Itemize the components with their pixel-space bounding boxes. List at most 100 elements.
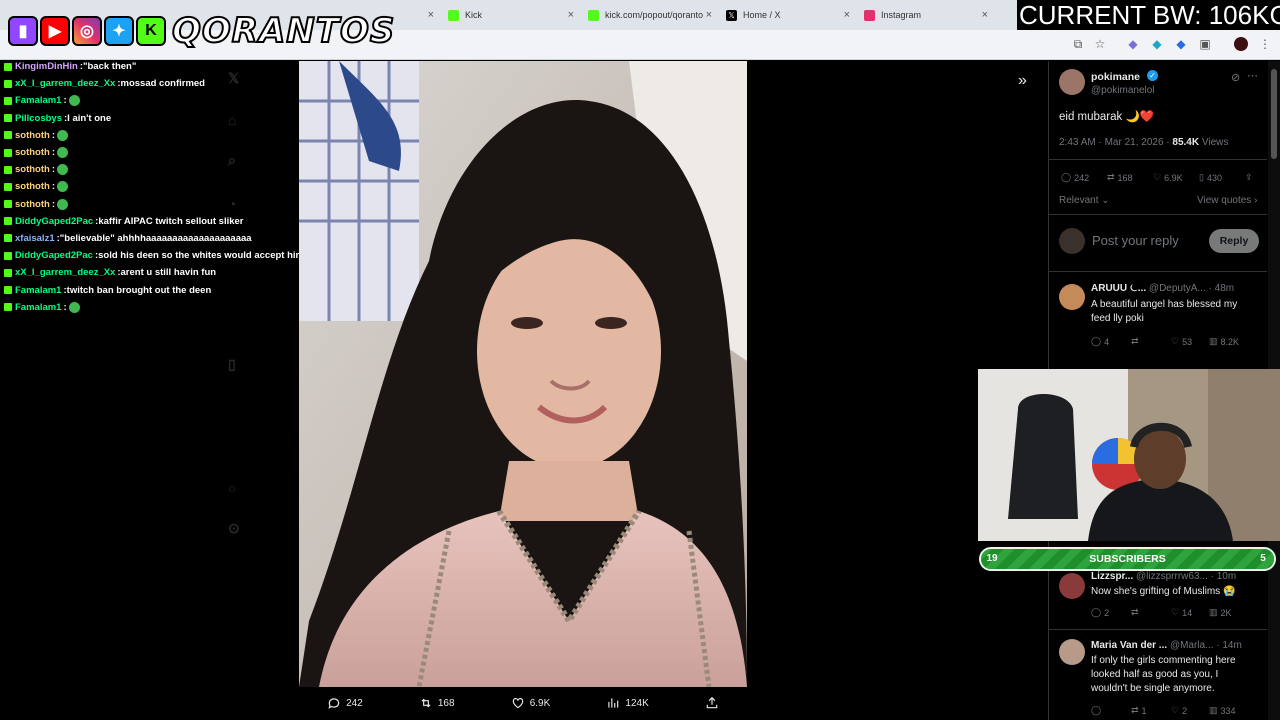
like-button[interactable]: ♡ 6.9K: [1153, 172, 1183, 183]
repost-count: 168: [1117, 172, 1133, 183]
install-icon[interactable]: ⧉: [1071, 37, 1085, 51]
tab-close-icon[interactable]: ×: [706, 9, 712, 21]
avatar[interactable]: [1059, 573, 1085, 599]
tab-instagram[interactable]: Instagram ×: [858, 4, 994, 26]
reply-author-handle[interactable]: @DeputyA...: [1149, 283, 1206, 294]
chat-username[interactable]: KingimDinHin: [15, 61, 78, 72]
reply-text: If only the girls commenting here: [1091, 655, 1236, 666]
chat-message: DiddyGaped2Pac: kaffir AIPAC twitch sell…: [4, 213, 304, 230]
chat-message: Famalam1: twitch ban brought out the dee…: [4, 281, 304, 298]
more-icon: ⊙: [228, 520, 240, 536]
reply-author-name[interactable]: ARUUU ⏾...: [1091, 283, 1146, 294]
reply-button[interactable]: ◯: [1091, 705, 1101, 716]
expand-panel-icon[interactable]: »: [1018, 72, 1027, 90]
extension-icon[interactable]: ◆: [1150, 37, 1164, 51]
avatar[interactable]: [1059, 284, 1085, 310]
chat-username[interactable]: sothoth: [15, 199, 50, 210]
chat-username[interactable]: Famalam1: [15, 285, 61, 296]
tab-close-icon[interactable]: ×: [568, 9, 574, 21]
chat-username[interactable]: sothoth: [15, 181, 50, 192]
repost-button[interactable]: ⇄ 1: [1131, 705, 1147, 716]
views-button[interactable]: ▥ 8.2K: [1209, 336, 1239, 347]
bookmark-star-icon[interactable]: ☆: [1093, 37, 1107, 51]
chat-username[interactable]: DiddyGaped2Pac: [15, 250, 93, 261]
sort-relevant-dropdown[interactable]: Relevant ⌄: [1059, 195, 1110, 206]
chat-username[interactable]: xfaisalz1: [15, 233, 55, 244]
views-count: 124K: [625, 697, 649, 709]
reply-button[interactable]: ◯ 4: [1091, 336, 1109, 347]
overlay-social-logos: ▮ ▶ ◎ ✦ K QORANTOS: [8, 8, 395, 54]
like-button[interactable]: ♡ 53: [1171, 336, 1192, 347]
like-count: 2: [1182, 705, 1188, 716]
grok-icon[interactable]: ⊘: [1231, 71, 1240, 84]
reply-submit-button[interactable]: Reply: [1209, 229, 1259, 253]
reply-author-handle[interactable]: @lizzsprrrw63...: [1136, 571, 1208, 582]
extension-icon[interactable]: ◆: [1126, 37, 1140, 51]
reply-button[interactable]: ◯ 242: [1061, 172, 1089, 183]
reply-author-handle[interactable]: @Marla...: [1170, 640, 1214, 651]
like-button[interactable]: ♡ 14: [1171, 607, 1192, 618]
tweet-photo[interactable]: [299, 61, 747, 687]
author-handle[interactable]: @pokimanelol: [1091, 85, 1155, 96]
chat-emote-icon: [57, 198, 68, 210]
reply-button[interactable]: ◯ 2: [1091, 607, 1109, 618]
chevron-right-icon: ›: [1254, 195, 1258, 206]
instagram-icon: [864, 9, 875, 21]
profile-avatar-icon[interactable]: [1234, 37, 1248, 51]
views-button[interactable]: 124K: [606, 696, 649, 710]
author-display-name[interactable]: pokimane: [1091, 71, 1140, 83]
tab-x-home[interactable]: 𝕏 Home / X ×: [720, 4, 856, 26]
reply-author-name[interactable]: Maria Van der ...: [1091, 640, 1167, 651]
chat-text: mossad confirmed: [120, 78, 205, 90]
more-options-icon[interactable]: ⋯: [1247, 69, 1258, 82]
chat-username[interactable]: Famalam1: [15, 95, 61, 106]
repost-button[interactable]: 168: [419, 696, 455, 710]
chat-username[interactable]: xX_I_garrem_deez_Xx: [15, 78, 115, 89]
view-quotes-link[interactable]: View quotes ›: [1197, 195, 1257, 206]
chat-username[interactable]: xX_I_garrem_deez_Xx: [15, 267, 115, 278]
chat-message: xX_I_garrem_deez_Xx: mossad confirmed: [4, 75, 304, 92]
divider: [1049, 271, 1267, 272]
repost-button[interactable]: ⇄: [1131, 336, 1139, 347]
tab-close-icon[interactable]: ×: [982, 9, 988, 21]
tab-close-icon[interactable]: ×: [844, 9, 850, 21]
extensions-puzzle-icon[interactable]: ▣: [1198, 37, 1212, 51]
share-button[interactable]: ⇪: [1245, 172, 1253, 183]
tab-close-icon[interactable]: ×: [428, 9, 434, 21]
chat-username[interactable]: Pillcosbys: [15, 113, 62, 124]
tab-kick-popout[interactable]: kick.com/popout/qoranto ×: [582, 4, 718, 26]
reply-button[interactable]: 242: [327, 696, 363, 710]
reply-author-name[interactable]: Lizzspr...: [1091, 571, 1133, 582]
scrollbar-thumb[interactable]: [1271, 69, 1277, 159]
chat-username[interactable]: sothoth: [15, 130, 50, 141]
repost-button[interactable]: ⇄: [1131, 607, 1139, 618]
like-button[interactable]: 6.9K: [511, 696, 550, 710]
kick-badge-icon: [4, 182, 12, 191]
tab-label: Kick: [465, 10, 483, 20]
share-button[interactable]: [705, 696, 719, 710]
webcam-feed: [978, 369, 1280, 541]
bookmark-icon: ▯: [1199, 172, 1204, 182]
chat-username[interactable]: Famalam1: [15, 302, 61, 313]
chat-text: arent u still havin fun: [120, 267, 217, 279]
chat-emote-icon: [57, 147, 68, 159]
views-chart-icon: ▥: [1209, 705, 1218, 715]
views-button[interactable]: ▥ 2K: [1209, 607, 1232, 618]
avatar[interactable]: [1059, 69, 1085, 95]
like-button[interactable]: ♡ 2: [1171, 705, 1187, 716]
chat-username[interactable]: sothoth: [15, 164, 50, 175]
views-button[interactable]: ▥ 334: [1209, 705, 1236, 716]
extension-icon[interactable]: ◆: [1174, 37, 1188, 51]
subscriber-goal-count: 5: [1260, 553, 1266, 564]
chat-username[interactable]: sothoth: [15, 147, 50, 158]
repost-button[interactable]: ⇄ 168: [1107, 172, 1133, 183]
chat-username[interactable]: DiddyGaped2Pac: [15, 216, 93, 227]
reply-input[interactable]: Post your reply: [1092, 233, 1179, 248]
menu-kebab-icon[interactable]: ⋮: [1258, 37, 1272, 51]
chat-message: sothoth:: [4, 196, 304, 213]
bookmark-button[interactable]: ▯ 430: [1199, 172, 1222, 183]
chat-message: sothoth:: [4, 161, 304, 178]
avatar[interactable]: [1059, 639, 1085, 665]
tab-kick[interactable]: Kick ×: [442, 4, 580, 26]
heart-icon: [512, 698, 523, 709]
